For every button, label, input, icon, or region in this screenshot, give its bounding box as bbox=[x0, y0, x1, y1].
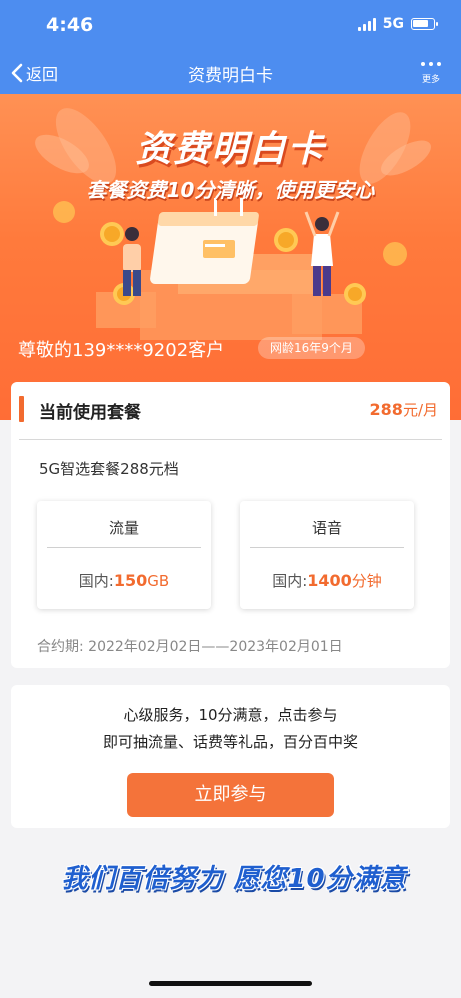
plan-header: 当前使用套餐 288元/月 bbox=[11, 382, 450, 440]
signal-icon bbox=[357, 17, 376, 31]
contract-period: 合约期: 2022年02月02日——2023年02月01日 bbox=[37, 639, 343, 655]
home-indicator[interactable] bbox=[149, 981, 312, 986]
status-icons: 5G bbox=[357, 16, 438, 32]
customer-greeting: 尊敬的139****9202客户 bbox=[18, 340, 225, 361]
banner-subtitle: 套餐资费10分清晰，使用更安心 bbox=[86, 178, 375, 202]
slogan-text: 我们百倍努力 愿您10分满意 bbox=[61, 864, 407, 894]
more-button[interactable]: 更多 bbox=[415, 58, 447, 85]
voice-quota-amount: 1400 bbox=[307, 571, 352, 590]
more-label: 更多 bbox=[421, 75, 440, 85]
page-title: 资费明白卡 bbox=[188, 66, 273, 86]
more-dots-icon bbox=[415, 62, 447, 66]
data-quota-box: 流量 国内:150GB bbox=[37, 501, 211, 609]
nav-bar: 返回 资费明白卡 更多 bbox=[0, 52, 461, 94]
banner-title: 资费明白卡 bbox=[135, 129, 326, 170]
voice-quota-label: 语音 bbox=[311, 519, 342, 537]
data-quota-amount: 150 bbox=[113, 571, 148, 590]
divider bbox=[250, 547, 404, 548]
network-type: 5G bbox=[382, 16, 404, 32]
survey-text-line1: 心级服务，10分满意，点击参与 bbox=[123, 706, 338, 724]
divider bbox=[19, 439, 442, 440]
data-quota-prefix: 国内: bbox=[78, 572, 114, 590]
join-now-button[interactable]: 立即参与 bbox=[127, 773, 334, 817]
voice-quota-value: 国内:1400分钟 bbox=[240, 570, 414, 591]
hero-banner: 资费明白卡 套餐资费10分清晰，使用更安心 尊敬的139****9202客户 网… bbox=[0, 94, 461, 420]
plan-header-title: 当前使用套餐 bbox=[39, 403, 141, 423]
data-quota-value: 国内:150GB bbox=[37, 570, 211, 591]
section-accent-bar bbox=[19, 396, 24, 422]
voice-quota-unit: 分钟 bbox=[351, 572, 382, 590]
plan-name: 5G智选套餐288元档 bbox=[39, 460, 179, 478]
status-time: 4:46 bbox=[46, 14, 94, 36]
status-bar: 4:46 5G bbox=[0, 0, 461, 52]
voice-quota-box: 语音 国内:1400分钟 bbox=[240, 501, 414, 609]
voice-quota-prefix: 国内: bbox=[272, 572, 308, 590]
slogan-banner: 我们百倍努力 愿您10分满意 bbox=[56, 858, 412, 902]
data-quota-label: 流量 bbox=[108, 519, 139, 537]
survey-card: 心级服务，10分满意，点击参与 即可抽流量、话费等礼品，百分百中奖 立即参与 bbox=[11, 685, 450, 828]
battery-icon bbox=[411, 18, 438, 30]
plan-price-value: 288 bbox=[369, 400, 403, 419]
network-age-badge: 网龄16年9个月 bbox=[258, 337, 365, 359]
survey-text-line2: 即可抽流量、话费等礼品，百分百中奖 bbox=[102, 733, 358, 751]
plan-price: 288元/月 bbox=[370, 399, 438, 420]
plan-price-unit: 元/月 bbox=[402, 401, 438, 419]
divider bbox=[47, 547, 201, 548]
current-plan-card: 当前使用套餐 288元/月 5G智选套餐288元档 流量 国内:150GB 语音… bbox=[11, 382, 450, 668]
data-quota-unit: GB bbox=[147, 572, 170, 590]
